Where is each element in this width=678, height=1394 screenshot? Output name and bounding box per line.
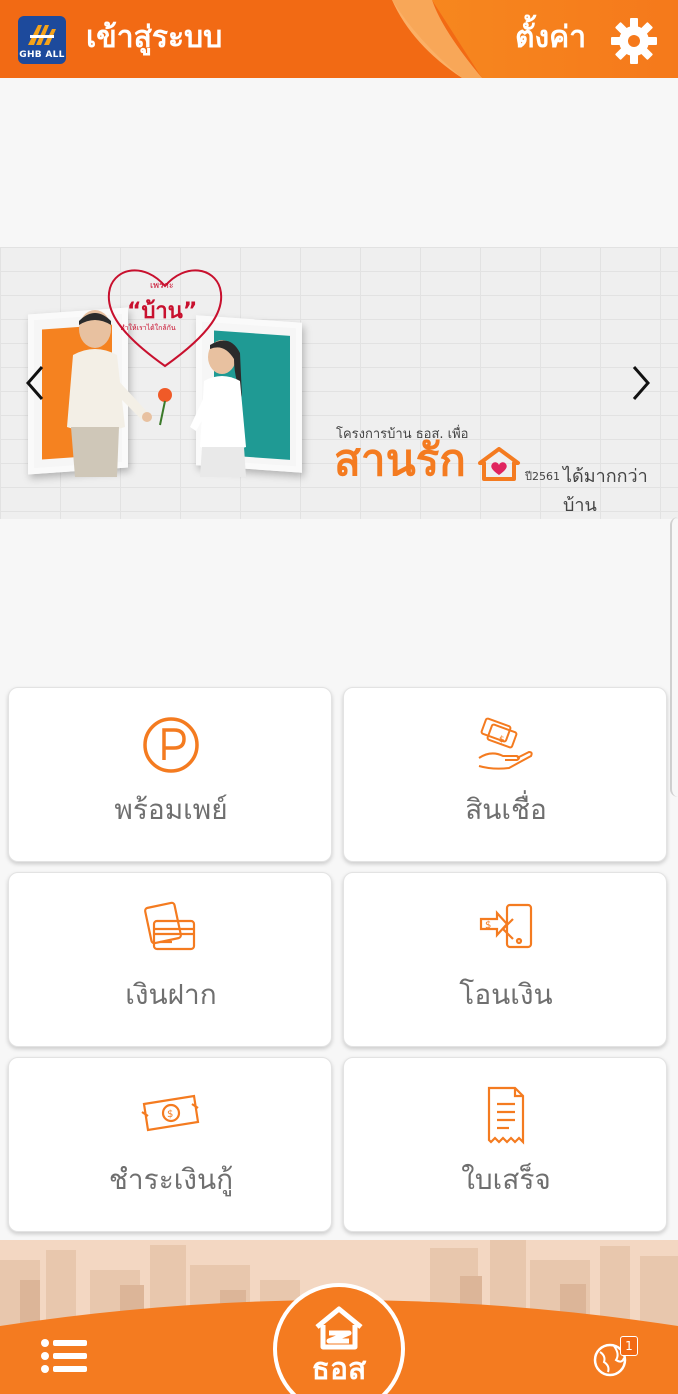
scrollbar[interactable] — [670, 517, 678, 797]
chevron-right-icon[interactable] — [626, 363, 656, 403]
tile-deposit[interactable]: เงินฝาก — [8, 872, 332, 1047]
tile-loan[interactable]: $ สินเชื่อ — [343, 687, 667, 862]
house-heart-icon — [478, 447, 520, 481]
chevron-left-icon[interactable] — [20, 363, 50, 403]
tile-transfer[interactable]: $ โอนเงิน — [343, 872, 667, 1047]
tile-label: ชำระเงินกู้ — [108, 1163, 234, 1196]
logo-text: GHB ALL — [19, 50, 65, 60]
svg-text:$: $ — [167, 1109, 173, 1120]
svg-text:$: $ — [499, 735, 505, 745]
deposit-card-icon — [144, 901, 196, 951]
list-icon[interactable] — [40, 1338, 88, 1374]
ghb-label: ธอส — [311, 1352, 367, 1387]
pay-loan-icon: $ — [141, 1094, 200, 1132]
tile-promptpay[interactable]: พร้อมเพย์ — [8, 687, 332, 862]
tile-label: พร้อมเพย์ — [114, 793, 228, 826]
tile-label: เงินฝาก — [125, 978, 217, 1011]
banner-tagline: ได้มากกว่าบ้าน — [563, 466, 648, 516]
rose-icon — [158, 388, 172, 426]
loan-icon: $ — [478, 717, 533, 770]
gear-icon[interactable] — [609, 16, 659, 66]
app-screen: GHB ALL เข้าสู่ระบบ ตั้งค่า เพราะ “บ้าน”… — [0, 0, 678, 1394]
notification-badge: 1 — [620, 1336, 638, 1356]
tile-pay-loan[interactable]: $ ชำระเงินกู้ — [8, 1057, 332, 1232]
heart-caption-text: ทำให้เราได้ใกล้กัน — [120, 324, 176, 332]
tile-label: สินเชื่อ — [465, 793, 547, 826]
login-button[interactable]: เข้าสู่ระบบ — [86, 16, 222, 60]
page-curl-icon — [392, 0, 482, 78]
receipt-icon — [487, 1086, 525, 1145]
transfer-icon: $ — [479, 903, 533, 949]
tile-label: โอนเงิน — [459, 978, 553, 1011]
ghb-logo: GHB ALL — [18, 16, 66, 64]
promo-banner[interactable]: เพราะ “บ้าน” ทำให้เราได้ใกล้กัน โครงการบ… — [0, 247, 678, 519]
tile-label: ใบเสร็จ — [461, 1163, 551, 1196]
banner-title: สานรัก — [334, 435, 466, 486]
banner-year: ปี2561 — [525, 470, 560, 483]
promptpay-icon — [143, 717, 199, 773]
ghb-logo-icon — [28, 25, 56, 45]
app-header: GHB ALL เข้าสู่ระบบ ตั้งค่า — [0, 0, 678, 78]
heart-small-text: เพราะ — [150, 281, 174, 291]
settings-button[interactable]: ตั้งค่า — [515, 16, 586, 60]
svg-text:$: $ — [485, 920, 491, 931]
tile-receipt[interactable]: ใบเสร็จ — [343, 1057, 667, 1232]
